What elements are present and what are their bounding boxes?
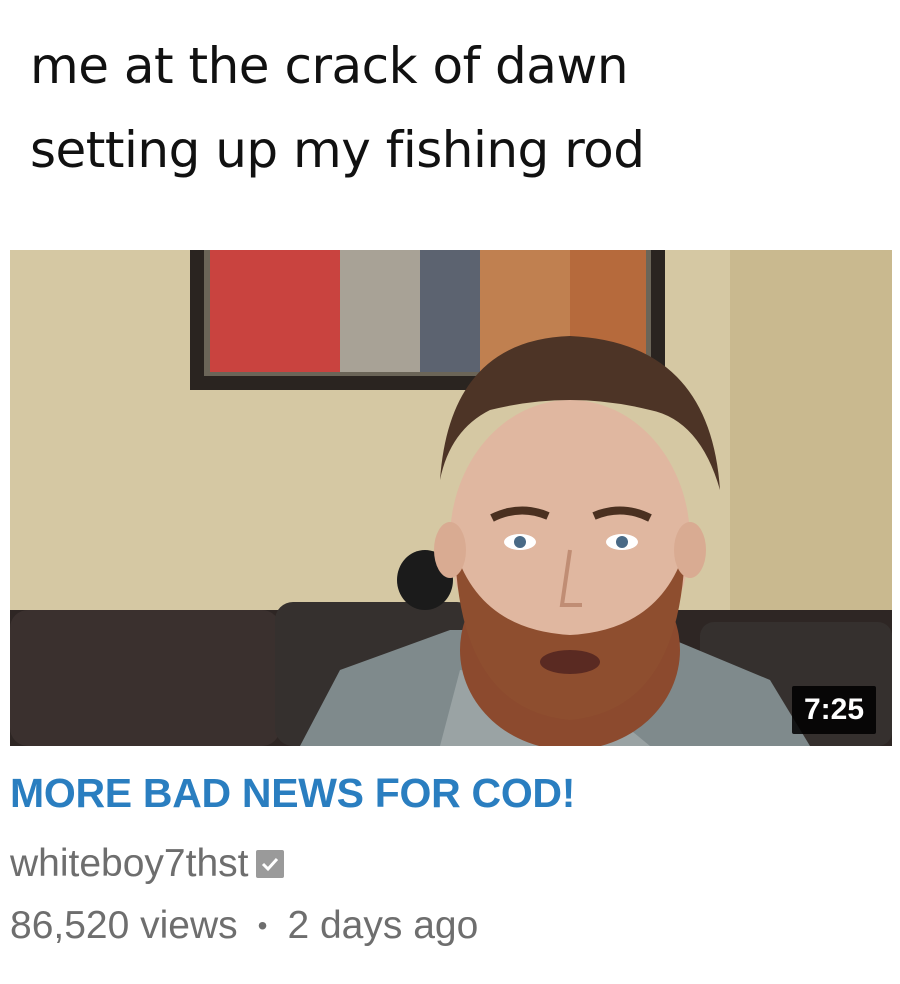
- thumbnail-image: [10, 250, 892, 746]
- view-count: 86,520 views: [10, 904, 238, 947]
- channel-name[interactable]: whiteboy7thst: [10, 842, 248, 886]
- video-title[interactable]: MORE BAD NEWS FOR COD!: [10, 770, 575, 817]
- meta-separator: •: [257, 910, 268, 941]
- video-meta: 86,520 views • 2 days ago: [10, 904, 478, 948]
- channel-row: whiteboy7thst: [10, 842, 285, 886]
- verified-check-icon: [256, 850, 285, 878]
- duration-badge: 7:25: [791, 686, 876, 734]
- caption-line-2: setting up my fishing rod: [30, 121, 645, 179]
- caption-line-1: me at the crack of dawn: [30, 37, 629, 95]
- upload-age: 2 days ago: [287, 904, 479, 947]
- meme-caption: me at the crack of dawn setting up my fi…: [30, 24, 890, 192]
- video-thumbnail[interactable]: 7:25: [10, 250, 892, 746]
